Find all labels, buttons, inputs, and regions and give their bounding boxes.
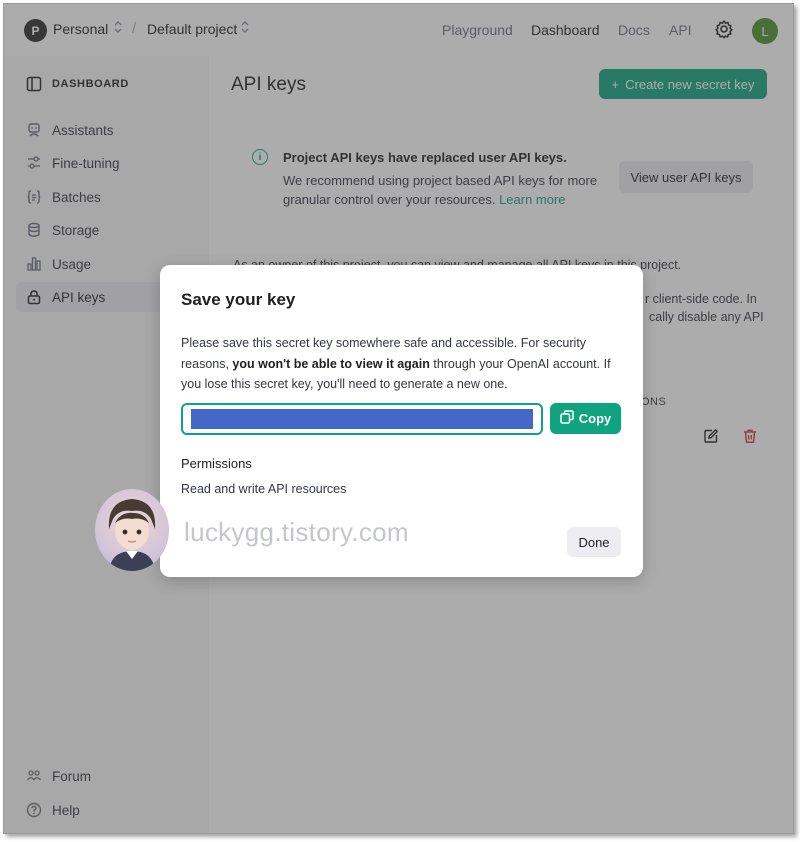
dialog-title: Save your key: [181, 290, 296, 309]
done-button[interactable]: Done: [567, 527, 621, 557]
watermark-avatar: [95, 489, 169, 571]
copy-button-label: Copy: [578, 411, 612, 426]
permissions-value: Read and write API resources: [181, 482, 347, 496]
secret-key-redaction: [191, 409, 533, 429]
copy-button[interactable]: Copy: [550, 403, 621, 434]
secret-key-field[interactable]: [181, 403, 543, 435]
watermark-text: luckygg.tistory.com: [184, 517, 409, 547]
copy-icon: [560, 410, 574, 427]
dialog-description: Please save this secret key somewhere sa…: [181, 333, 621, 395]
dialog-description-emphasis: you won't be able to view it again: [232, 356, 430, 371]
permissions-label: Permissions: [181, 456, 252, 471]
app-window: P Personal / Default project Playground …: [3, 3, 794, 834]
